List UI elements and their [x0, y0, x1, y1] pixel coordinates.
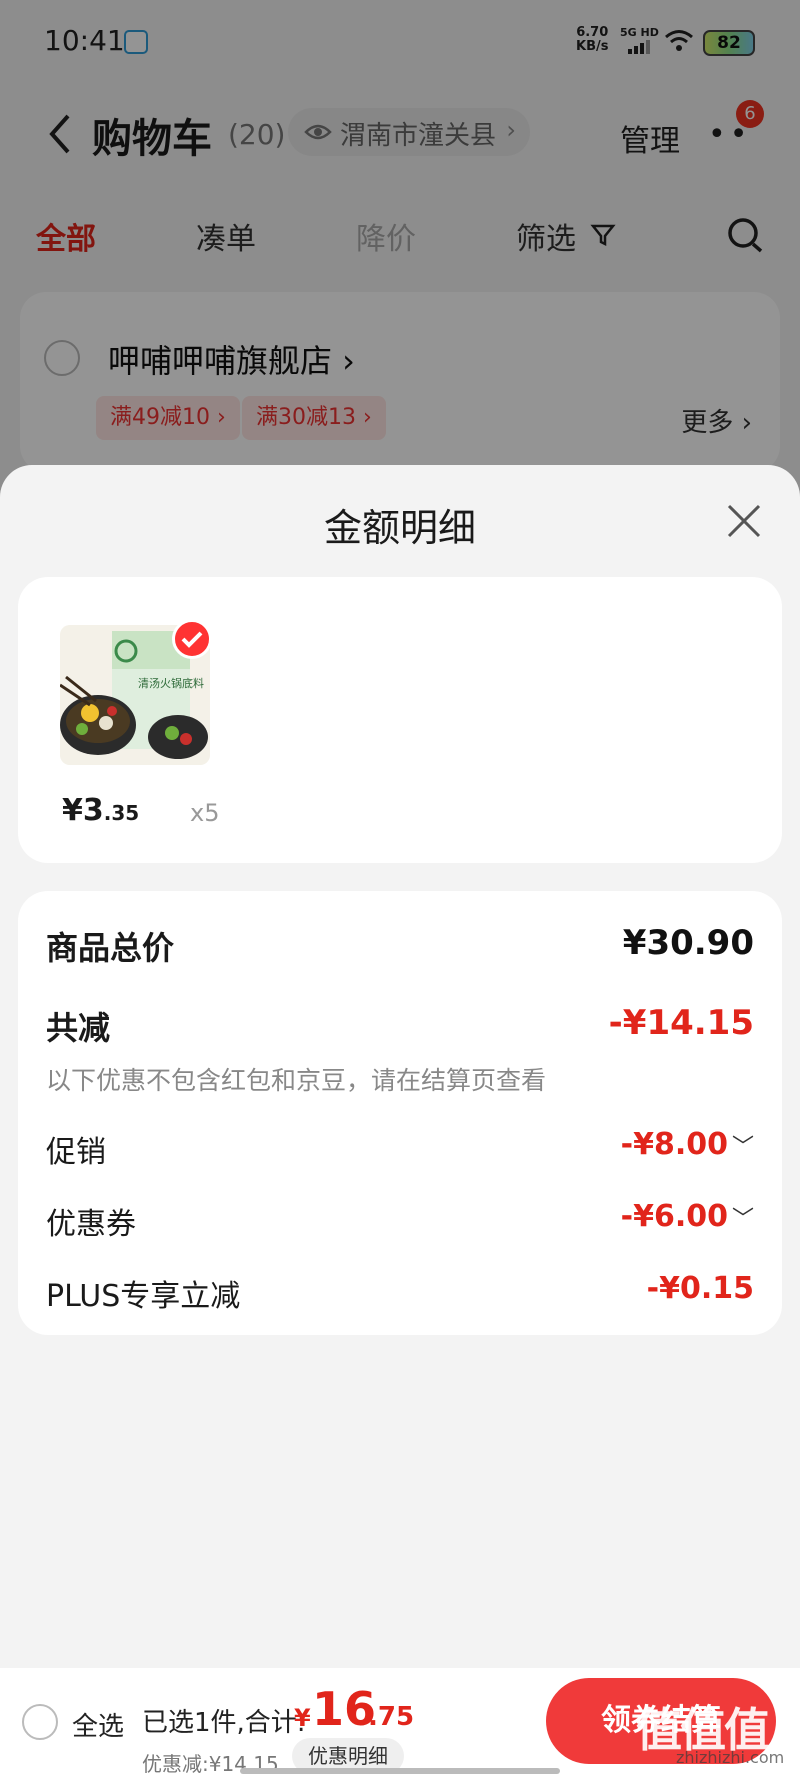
plus-value: -¥0.15 [646, 1271, 754, 1306]
chevron-down-icon: ﹀ [731, 1207, 754, 1232]
home-indicator [240, 1768, 560, 1774]
product-price: ¥3.35 [62, 793, 140, 828]
close-icon[interactable] [724, 501, 764, 541]
coupon-row[interactable]: -¥6.00 ﹀ [621, 1199, 754, 1234]
chevron-down-icon: ﹀ [731, 1135, 754, 1160]
plus-label: PLUS专享立减 [46, 1279, 241, 1314]
package-text: 清汤火锅底料 [138, 676, 204, 690]
promo-label: 促销 [46, 1135, 106, 1170]
select-all-radio[interactable] [22, 1704, 58, 1740]
checked-icon [172, 619, 212, 659]
goods-total-value: ¥30.90 [622, 923, 754, 963]
total-decimal: .75 [368, 1702, 415, 1732]
sheet-title: 金额明细 [323, 506, 476, 550]
amount-detail-sheet: 金额明细 清汤火锅底料 ¥3.35 x5 商品总价 ¥30.90 共减 -¥14… [0, 465, 800, 1777]
price-summary-card: 商品总价 ¥30.90 共减 -¥14.15 以下优惠不包含红包和京豆，请在结算… [18, 891, 782, 1335]
goods-total-label: 商品总价 [46, 929, 175, 967]
coupon-label: 优惠券 [46, 1207, 136, 1242]
select-all-label[interactable]: 全选 [72, 1706, 124, 1743]
selected-summary: 已选1件,合计: [142, 1708, 306, 1738]
total-reduce-label: 共减 [46, 1009, 111, 1047]
total-integer: 16 [312, 1682, 377, 1736]
promo-value: -¥8.00 [620, 1127, 728, 1162]
total-currency: ¥ [294, 1704, 311, 1732]
watermark-url: zhizhizhi.com [676, 1748, 785, 1767]
total-reduce-value: -¥14.15 [608, 1003, 754, 1043]
promo-row[interactable]: -¥8.00 ﹀ [621, 1127, 754, 1162]
discount-note: 以下优惠不包含红包和京豆，请在结算页查看 [46, 1066, 547, 1095]
product-quantity: x5 [190, 799, 220, 827]
product-card: 清汤火锅底料 ¥3.35 x5 [18, 577, 782, 863]
coupon-value: -¥6.00 [620, 1199, 728, 1234]
